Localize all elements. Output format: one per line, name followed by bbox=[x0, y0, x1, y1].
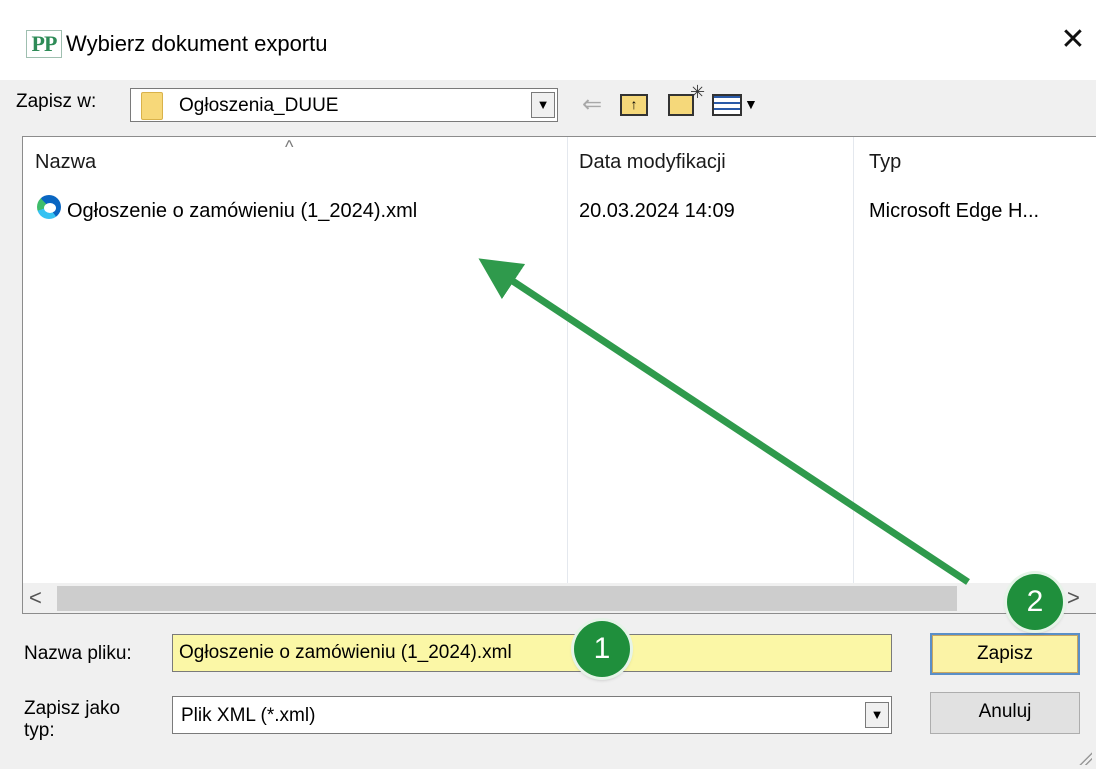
cancel-button[interactable]: Anuluj bbox=[930, 692, 1080, 734]
file-row-modified[interactable]: 20.03.2024 14:09 bbox=[579, 200, 735, 223]
column-header-modified[interactable]: Data modyfikacji bbox=[579, 151, 726, 174]
file-row-name[interactable]: Ogłoszenie o zamówieniu (1_2024).xml bbox=[67, 200, 417, 223]
sort-ascending-icon: ^ bbox=[285, 137, 294, 157]
filetype-label: Zapisz jako typ: bbox=[24, 698, 121, 741]
chevron-down-icon[interactable]: ▼ bbox=[865, 702, 889, 728]
view-menu-caret-icon[interactable]: ▼ bbox=[744, 96, 758, 112]
chevron-down-icon[interactable]: ▼ bbox=[531, 92, 555, 118]
filename-label: Nazwa pliku: bbox=[24, 643, 132, 664]
save-in-value: Ogłoszenia_DUUE bbox=[179, 95, 339, 116]
up-folder-icon[interactable]: ↑ bbox=[620, 94, 648, 116]
horizontal-scrollbar[interactable]: < > bbox=[23, 583, 1096, 613]
step-1-callout: 1 bbox=[574, 621, 630, 677]
scroll-left-icon[interactable]: < bbox=[29, 585, 42, 611]
title-bar: PP Wybierz dokument exportu ✕ bbox=[0, 0, 1096, 80]
save-in-dropdown[interactable]: Ogłoszenia_DUUE ▼ bbox=[130, 88, 558, 122]
scroll-right-icon[interactable]: > bbox=[1067, 585, 1080, 611]
close-button[interactable]: ✕ bbox=[1050, 12, 1096, 68]
app-icon: PP bbox=[26, 30, 62, 58]
filename-input[interactable] bbox=[172, 634, 892, 672]
column-header-type[interactable]: Typ bbox=[869, 151, 901, 174]
back-arrow-icon[interactable]: ⇐ bbox=[582, 92, 602, 118]
dialog-title: Wybierz dokument exportu bbox=[66, 31, 328, 56]
column-header-name[interactable]: Nazwa bbox=[35, 151, 96, 174]
scrollbar-thumb[interactable] bbox=[57, 586, 957, 611]
file-list[interactable]: ^ Nazwa Data modyfikacji Typ Ogłoszenie … bbox=[22, 136, 1096, 614]
column-separator[interactable] bbox=[853, 137, 854, 583]
file-row-type[interactable]: Microsoft Edge H... bbox=[869, 200, 1039, 223]
edge-file-icon-inner bbox=[44, 203, 56, 213]
filetype-dropdown[interactable]: Plik XML (*.xml) ▼ bbox=[172, 696, 892, 734]
view-menu-icon[interactable] bbox=[712, 94, 742, 116]
filetype-value: Plik XML (*.xml) bbox=[181, 705, 316, 726]
save-dialog: PP Wybierz dokument exportu ✕ Zapisz w: … bbox=[0, 0, 1096, 769]
new-folder-sparkle-icon: ✳ bbox=[690, 82, 706, 102]
column-separator[interactable] bbox=[567, 137, 568, 583]
resize-grip[interactable] bbox=[1076, 749, 1092, 765]
step-2-callout: 2 bbox=[1007, 574, 1063, 630]
save-in-label: Zapisz w: bbox=[16, 91, 97, 112]
save-button[interactable]: Zapisz bbox=[930, 633, 1080, 675]
folder-icon bbox=[141, 92, 163, 120]
